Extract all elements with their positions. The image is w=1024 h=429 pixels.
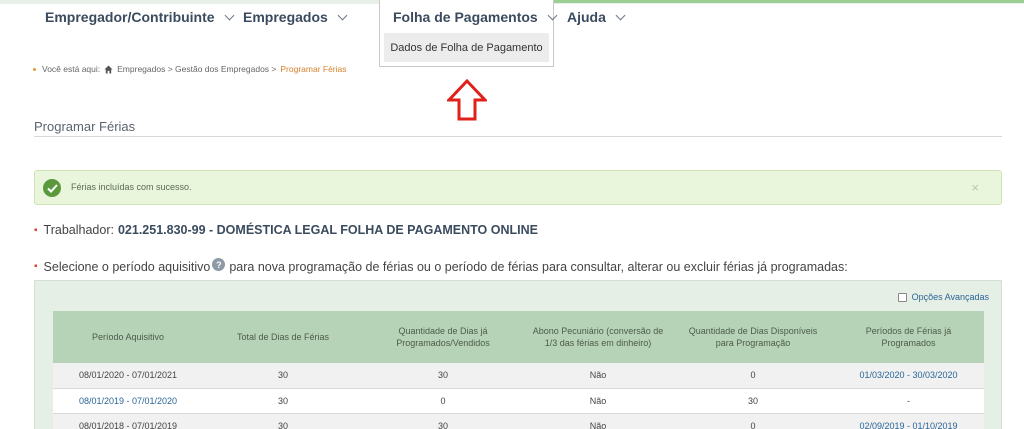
col-header-abono: Abono Pecuniário (conversão de 1/3 das f…	[523, 311, 673, 363]
breadcrumb-path[interactable]: Empregados > Gestão dos Empregados >	[117, 64, 276, 74]
required-marker: ▪	[34, 224, 38, 236]
nav-ajuda-label: Ajuda	[567, 9, 606, 25]
worker-value: 021.251.830-99 - DOMÉSTICA LEGAL FOLHA D…	[117, 223, 538, 237]
cell-total-dias: 30	[203, 363, 363, 389]
nav-folha-pagamentos[interactable]: Folha de Pagamentos	[393, 9, 558, 25]
cell-abono: Não	[523, 388, 673, 414]
chevron-down-icon	[337, 10, 348, 20]
cell-periodo: 08/01/2020 - 07/01/2021	[53, 363, 203, 389]
breadcrumb-prefix: Você está aqui:	[42, 64, 101, 74]
cell-periodo-ferias-link[interactable]: 01/03/2020 - 30/03/2020	[859, 370, 957, 380]
success-alert: Férias incluídas com sucesso. ×	[34, 170, 1002, 205]
col-header-dias-disponiveis: Quantidade de Dias Disponíveis para Prog…	[673, 311, 833, 363]
worker-line: ▪ Trabalhador: 021.251.830-99 - DOMÉSTIC…	[34, 223, 538, 237]
red-up-arrow-annotation	[447, 79, 487, 121]
periods-table: Período Aquisitivo Total de Dias de Féri…	[53, 311, 984, 429]
cell-dias-disponiveis: 30	[673, 388, 833, 414]
instruction-before: Selecione o período aquisitivo	[43, 259, 211, 274]
close-icon[interactable]: ×	[971, 180, 979, 195]
table-row[interactable]: 08/01/2018 - 07/01/2019 30 30 Não 0 02/0…	[53, 413, 984, 429]
advanced-options-label: Opções Avançadas	[911, 292, 989, 302]
breadcrumb-current: Programar Férias	[280, 64, 347, 74]
cell-periodo-ferias-link[interactable]: 02/09/2019 - 01/10/2019	[859, 421, 957, 429]
cell-dias-programados: 30	[363, 363, 523, 389]
page-title: Programar Férias	[34, 119, 136, 134]
nav-empregador[interactable]: Empregador/Contribuinte	[45, 9, 235, 25]
advanced-options-toggle[interactable]: Opções Avançadas	[897, 292, 989, 302]
nav-empregador-label: Empregador/Contribuinte	[45, 9, 215, 25]
nav-empregados[interactable]: Empregados	[243, 9, 348, 25]
cell-total-dias: 30	[203, 388, 363, 414]
table-row[interactable]: 08/01/2019 - 07/01/2020 30 0 Não 30 -	[53, 388, 984, 414]
table-row[interactable]: 08/01/2020 - 07/01/2021 30 30 Não 0 01/0…	[53, 363, 984, 389]
cell-periodo: 08/01/2018 - 07/01/2019	[53, 413, 203, 429]
cell-periodo-link[interactable]: 08/01/2019 - 07/01/2020	[79, 396, 177, 406]
breadcrumb-bullet	[33, 67, 36, 71]
col-header-periodos-programados: Períodos de Férias já Programados	[833, 311, 984, 363]
cell-dias-disponiveis: 0	[673, 413, 833, 429]
alert-message: Férias incluídas com sucesso.	[71, 182, 192, 192]
cell-dias-programados: 0	[363, 388, 523, 414]
nav-folha-label: Folha de Pagamentos	[393, 9, 538, 25]
required-marker: ▪	[34, 261, 38, 272]
dropdown-item-dados-folha[interactable]: Dados de Folha de Pagamento	[384, 33, 549, 62]
cell-dias-disponiveis: 0	[673, 363, 833, 389]
instruction-line: ▪ Selecione o período aquisitivo ? para …	[34, 258, 848, 275]
col-header-total-dias: Total de Dias de Férias	[203, 311, 363, 363]
chevron-down-icon	[224, 10, 235, 20]
check-circle-icon	[43, 179, 61, 197]
nav-ajuda[interactable]: Ajuda	[567, 9, 626, 25]
home-icon[interactable]	[104, 64, 113, 74]
instruction-after: para nova programação de férias ou o per…	[229, 259, 848, 274]
chevron-down-icon	[547, 10, 558, 20]
col-header-dias-programados: Quantidade de Dias já Programados/Vendid…	[363, 311, 523, 363]
help-icon[interactable]: ?	[212, 258, 226, 271]
col-header-periodo: Período Aquisitivo	[53, 311, 203, 363]
title-divider	[34, 136, 1002, 137]
periods-panel: Opções Avançadas Período Aquisitivo Tota…	[34, 280, 1002, 429]
nav-empregados-label: Empregados	[243, 9, 328, 25]
breadcrumb: Você está aqui: Empregados > Gestão dos …	[33, 64, 347, 74]
cell-dias-programados: 30	[363, 413, 523, 429]
cell-periodos-programados: -	[833, 388, 984, 414]
cell-abono: Não	[523, 413, 673, 429]
chevron-down-icon	[615, 10, 626, 20]
cell-abono: Não	[523, 363, 673, 389]
main-nav: Empregador/Contribuinte Empregados Dados…	[0, 0, 1024, 67]
worker-label: Trabalhador:	[43, 223, 114, 237]
advanced-options-checkbox[interactable]	[897, 292, 907, 302]
cell-total-dias: 30	[203, 413, 363, 429]
